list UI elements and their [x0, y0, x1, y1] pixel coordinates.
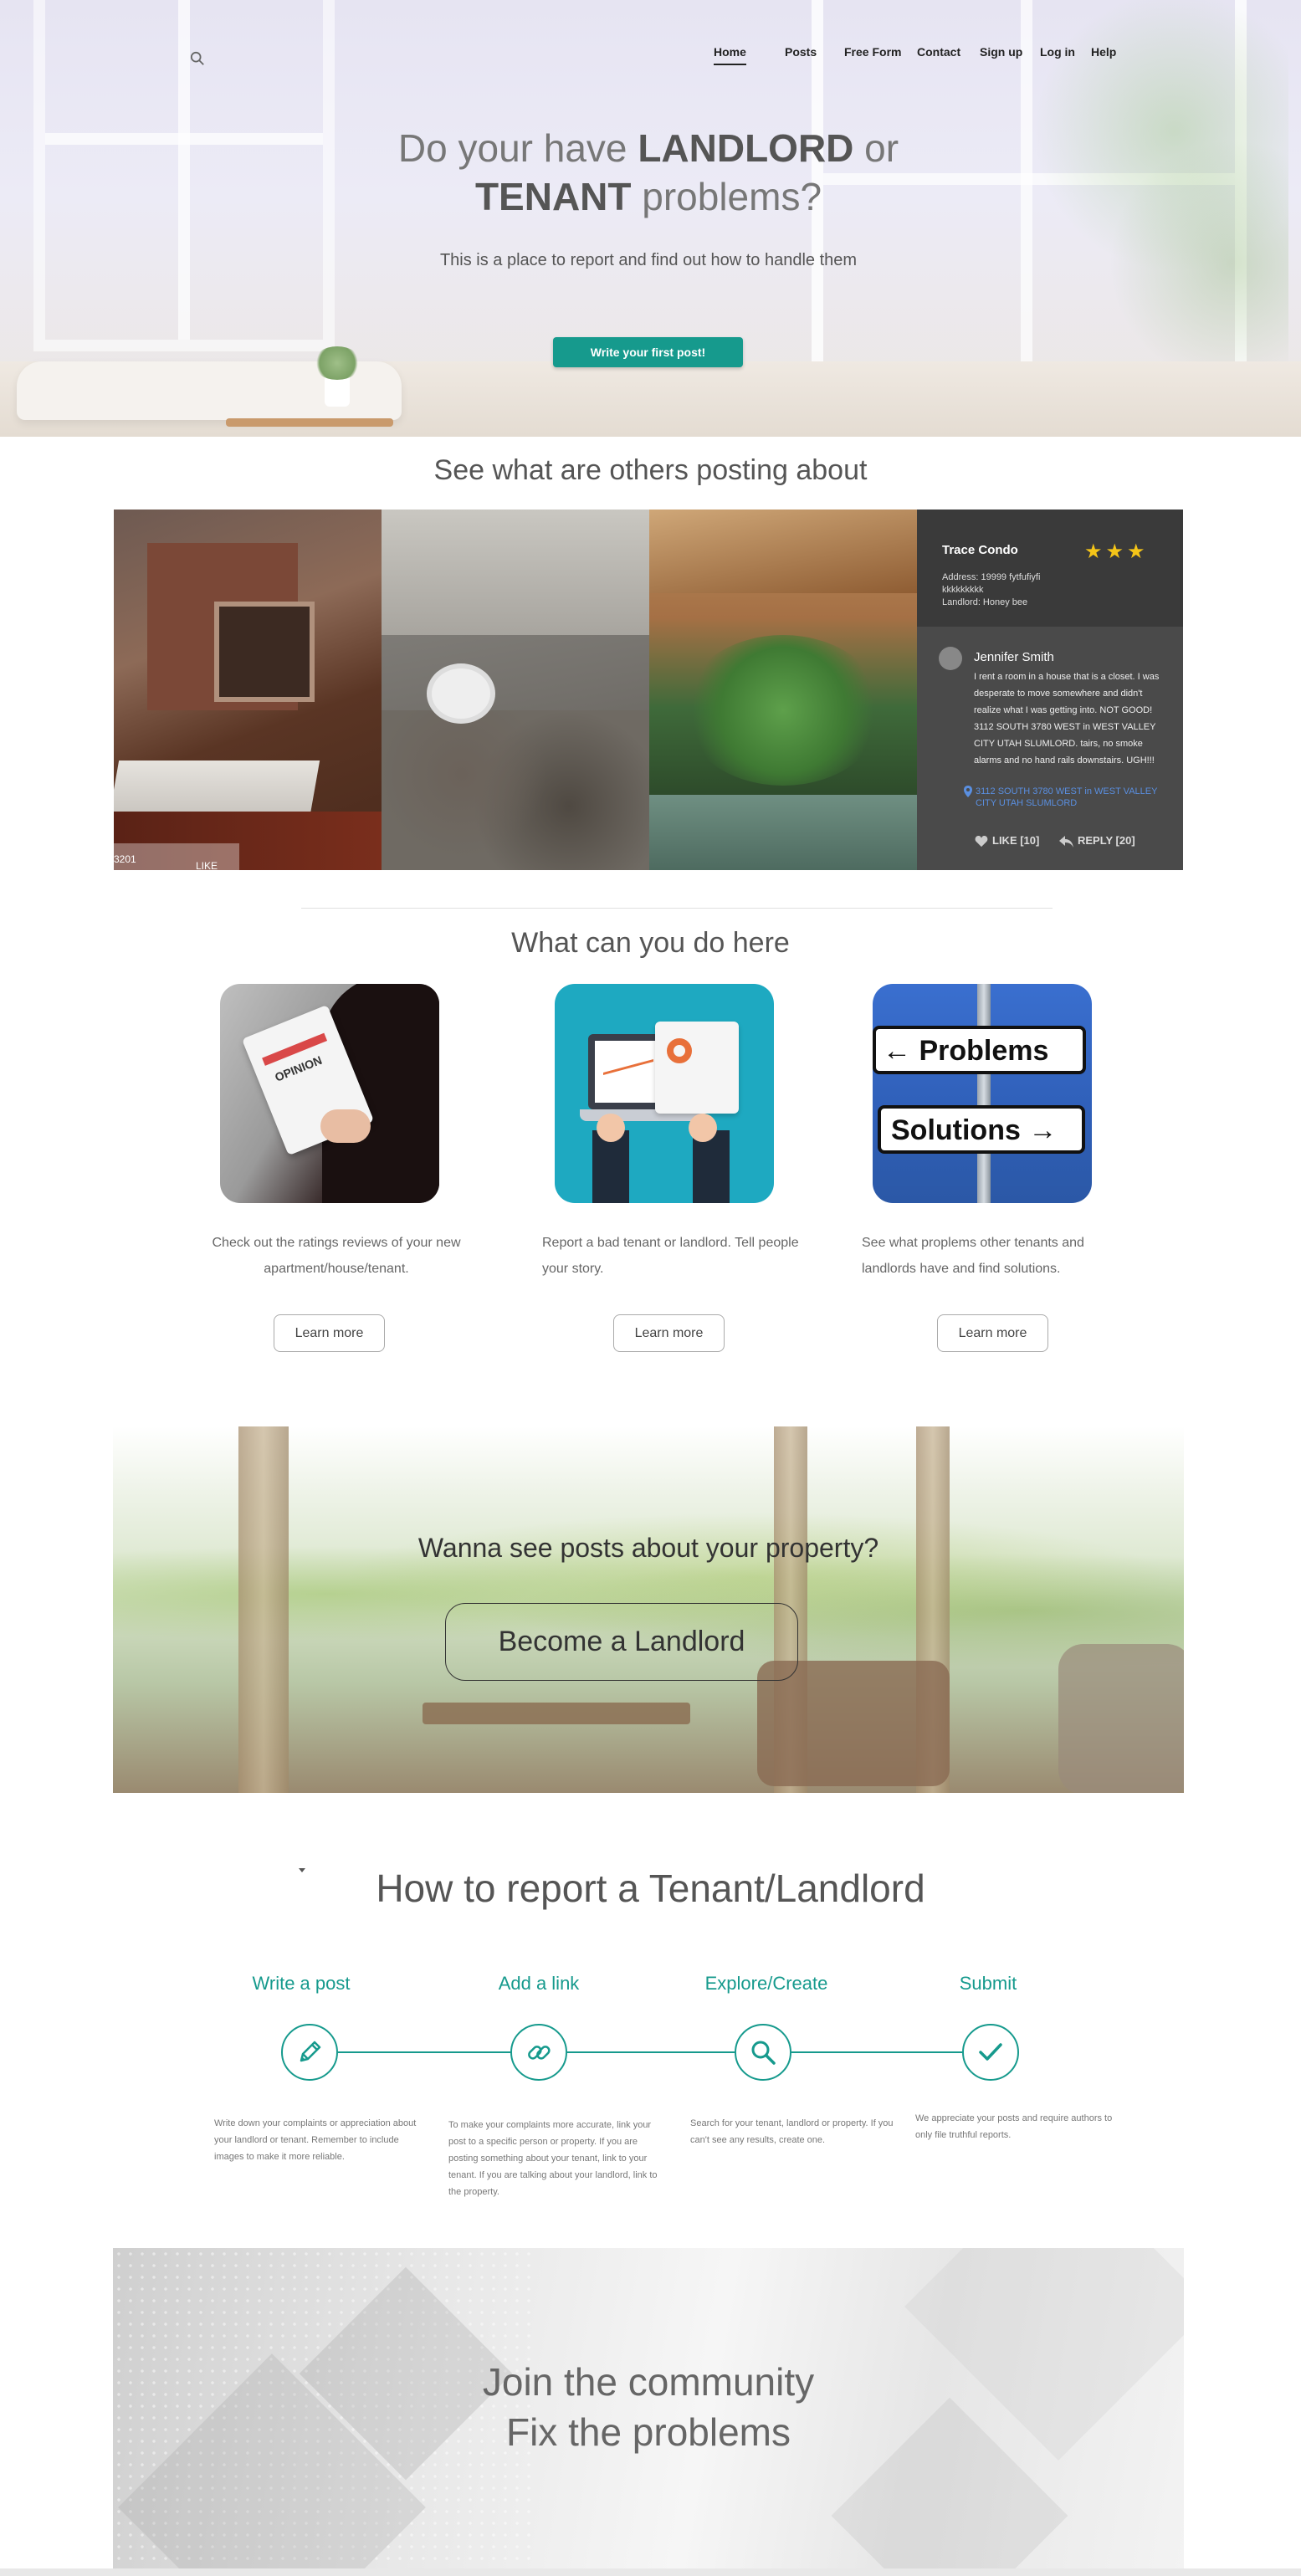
sign-solutions: Solutions →	[878, 1105, 1085, 1154]
step-title-explore: Explore/Create	[704, 1973, 828, 1994]
hero-title-text: problems?	[631, 175, 822, 218]
review-landlord: Landlord: Honey bee	[942, 597, 1028, 607]
review-card: Trace Condo ★★★ Address: 19999 fytfufiyf…	[917, 510, 1183, 870]
hero-title-text: or	[853, 126, 899, 170]
learn-more-button[interactable]: Learn more	[613, 1314, 725, 1352]
review-property-name[interactable]: Trace Condo	[942, 543, 1018, 557]
caption-like[interactable]: LIKE	[196, 860, 218, 870]
join-line-2: Fix the problems	[505, 2410, 791, 2454]
post-photo-kitchen[interactable]: 3201 LIKE	[114, 510, 382, 870]
search-icon	[751, 2041, 776, 2065]
features-section-title: What can you do here	[511, 927, 790, 959]
step-title-link: Add a link	[498, 1973, 580, 1994]
step-title-submit: Submit	[959, 1973, 1017, 1994]
review-location-link[interactable]: 3112 SOUTH 3780 WEST in WEST VALLEY CITY…	[976, 786, 1160, 809]
nav-contact[interactable]: Contact	[917, 45, 960, 59]
review-author[interactable]: Jennifer Smith	[974, 650, 1054, 664]
post-photo-patio[interactable]	[649, 510, 917, 870]
step-title-write: Write a post	[252, 1973, 351, 1994]
posts-carousel[interactable]: 3201 LIKE Trace Condo ★★★ Address: 19999…	[114, 510, 1183, 870]
like-label: LIKE [10]	[992, 834, 1040, 847]
check-icon	[979, 2043, 1002, 2061]
feature-text-report: Report a bad tenant or landlord. Tell pe…	[542, 1236, 799, 1276]
feature-image-solutions: ← Problems Solutions →	[873, 984, 1092, 1203]
hero-title-tenant: TENANT	[474, 175, 632, 218]
nav-posts[interactable]: Posts	[785, 45, 817, 59]
write-first-post-button[interactable]: Write your first post!	[553, 337, 743, 367]
posts-section-title: See what are others posting about	[433, 454, 868, 486]
vase-decor	[313, 346, 361, 407]
like-button[interactable]: LIKE [10]	[974, 834, 1039, 848]
sign-solutions-text: Solutions	[891, 1114, 1021, 1146]
location-pin-icon	[964, 786, 972, 797]
step-text-write: Write down your complaints or appreciati…	[214, 2118, 417, 2162]
photo-caption: 3201 LIKE	[114, 843, 239, 870]
nav-log-in[interactable]: Log in	[1040, 45, 1075, 59]
section-divider	[301, 908, 1053, 909]
pencil-icon	[300, 2041, 321, 2062]
step-link[interactable]	[510, 2024, 567, 2081]
hero-title-text: Do your have	[397, 126, 638, 170]
learn-more-button[interactable]: Learn more	[274, 1314, 385, 1352]
howto-section-title: How to report a Tenant/Landlord	[376, 1867, 925, 1910]
landlord-banner-title: Wanna see posts about your property?	[417, 1533, 879, 1563]
search-icon[interactable]	[190, 51, 205, 66]
avatar	[939, 647, 962, 670]
post-photo-bathroom[interactable]	[382, 510, 649, 870]
feature-image-reviews: OPINION	[220, 984, 439, 1203]
nav-sign-up[interactable]: Sign up	[980, 45, 1022, 59]
become-landlord-button[interactable]: Become a Landlord	[445, 1603, 798, 1681]
rating-stars: ★★★	[1084, 540, 1149, 563]
hero-subtitle: This is a place to report and find out h…	[439, 251, 858, 269]
table-decor	[226, 418, 393, 427]
learn-more-button[interactable]: Learn more	[937, 1314, 1048, 1352]
window-decor	[33, 0, 335, 351]
step-text-link: To make your complaints more accurate, l…	[448, 2120, 658, 2197]
feature-image-report	[555, 984, 774, 1203]
step-submit[interactable]	[962, 2024, 1019, 2081]
link-icon	[528, 2046, 551, 2060]
review-header	[917, 510, 1183, 627]
reply-button[interactable]: REPLY [20]	[1059, 834, 1135, 848]
sign-problems: ← Problems	[873, 1026, 1086, 1074]
review-address: Address: 19999 fytfufiyfi kkkkkkkkk	[942, 572, 1041, 595]
feature-text-reviews: Check out the ratings reviews of your ne…	[212, 1236, 461, 1276]
caption-number: 3201	[114, 853, 136, 865]
heart-icon	[975, 835, 988, 847]
nav-home[interactable]: Home	[714, 45, 746, 65]
feature-text-solutions: See what proplems other tenants and land…	[862, 1236, 1084, 1276]
review-text: I rent a room in a house that is a close…	[974, 672, 1160, 766]
step-connector	[791, 2051, 962, 2053]
sign-problems-text: Problems	[919, 1035, 1049, 1067]
step-text-explore: Search for your tenant, landlord or prop…	[690, 2118, 894, 2145]
nav-free-form[interactable]: Free Form	[844, 45, 901, 59]
hero-title-landlord: LANDLORD	[638, 126, 854, 170]
step-connector	[567, 2051, 735, 2053]
hero-title: Do your have LANDLORD or TENANT problems…	[318, 124, 979, 221]
step-write[interactable]	[281, 2024, 338, 2081]
page-bottom-bar	[0, 2568, 1301, 2576]
step-explore[interactable]	[735, 2024, 791, 2081]
step-connector	[338, 2051, 510, 2053]
join-line-1: Join the community	[482, 2360, 815, 2404]
reply-icon	[1059, 835, 1073, 848]
reply-label: REPLY [20]	[1078, 834, 1135, 847]
nav-help[interactable]: Help	[1091, 45, 1116, 59]
step-text-submit: We appreciate your posts and require aut…	[915, 2113, 1113, 2140]
